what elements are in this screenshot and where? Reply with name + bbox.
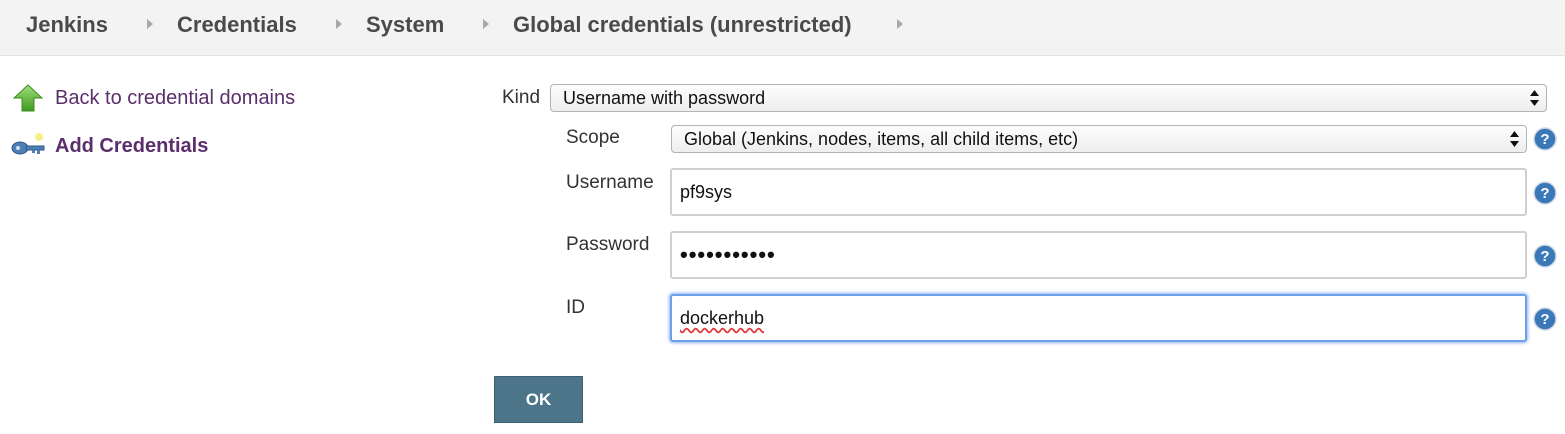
add-credentials-link[interactable]: Add Credentials [55, 134, 208, 158]
scope-select[interactable]: Global (Jenkins, nodes, items, all child… [671, 125, 1527, 153]
breadcrumb-global-credentials[interactable]: Global credentials (unrestricted) [513, 11, 852, 39]
breadcrumb-system[interactable]: System [366, 11, 444, 39]
scope-label: Scope [566, 127, 620, 148]
breadcrumb: Jenkins Credentials System Global creden… [0, 0, 1565, 56]
kind-select-value: Username with password [563, 88, 766, 108]
breadcrumb-chevron-icon[interactable] [897, 19, 903, 29]
id-label: ID [566, 297, 585, 318]
breadcrumb-chevron-icon[interactable] [336, 19, 342, 29]
id-field[interactable]: dockerhub [670, 294, 1527, 342]
scope-select-value: Global (Jenkins, nodes, items, all child… [684, 129, 1079, 149]
key-icon[interactable] [10, 131, 46, 161]
username-value: pf9sys [680, 182, 733, 202]
kind-label: Kind [502, 87, 541, 108]
password-field[interactable]: ••••••••••• [670, 231, 1527, 279]
help-icon[interactable]: ? [1533, 307, 1557, 331]
password-value: ••••••••••• [680, 242, 776, 267]
select-arrows-icon [1530, 90, 1539, 106]
back-to-credential-domains-link[interactable]: Back to credential domains [55, 86, 295, 110]
kind-select[interactable]: Username with password [550, 84, 1547, 112]
svg-text:?: ? [1540, 311, 1549, 328]
help-icon[interactable]: ? [1533, 127, 1557, 151]
breadcrumb-chevron-icon[interactable] [147, 19, 153, 29]
help-icon[interactable]: ? [1533, 244, 1557, 268]
ok-button[interactable]: OK [494, 376, 583, 423]
select-arrows-icon [1510, 131, 1519, 147]
help-icon[interactable]: ? [1533, 181, 1557, 205]
breadcrumb-jenkins[interactable]: Jenkins [26, 11, 108, 39]
green-up-arrow-icon[interactable] [12, 84, 44, 112]
svg-text:?: ? [1540, 131, 1549, 148]
id-value: dockerhub [680, 308, 765, 328]
breadcrumb-credentials[interactable]: Credentials [177, 11, 297, 39]
password-label: Password [566, 234, 650, 255]
breadcrumb-chevron-icon[interactable] [483, 19, 489, 29]
username-label: Username [566, 172, 654, 193]
username-field[interactable]: pf9sys [670, 168, 1527, 216]
svg-text:?: ? [1540, 248, 1549, 265]
svg-text:?: ? [1540, 185, 1549, 202]
